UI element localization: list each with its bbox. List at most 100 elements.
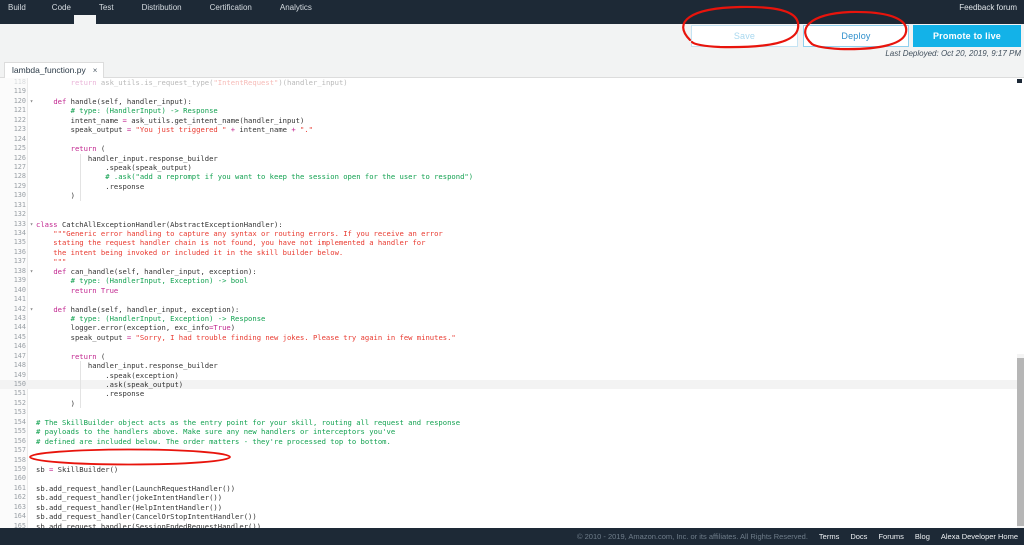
code-line[interactable]: 137 """ (0, 257, 1024, 266)
code-line[interactable]: 146 (0, 342, 1024, 351)
code-fold-toggle-icon[interactable]: ▾ (28, 305, 35, 314)
indent-guide (80, 371, 81, 380)
code-line[interactable]: 144 logger.error(exception, exc_info=Tru… (0, 323, 1024, 332)
code-line[interactable]: 145 speak_output = "Sorry, I had trouble… (0, 333, 1024, 342)
code-line[interactable]: 149 .speak(exception) (0, 371, 1024, 380)
code-line[interactable]: 147 return ( (0, 352, 1024, 361)
indent-guide (80, 380, 81, 389)
code-fold-toggle-icon[interactable]: ▾ (28, 267, 35, 276)
code-line[interactable]: 164sb.add_request_handler(CancelOrStopIn… (0, 512, 1024, 521)
nav-sub-band (0, 15, 1024, 24)
code-line[interactable]: 159sb = SkillBuilder() (0, 465, 1024, 474)
code-line[interactable]: 119 (0, 87, 1024, 96)
code-line[interactable]: 118 return ask_utils.is_request_type("In… (0, 78, 1024, 87)
code-line[interactable]: 142▾ def handle(self, handler_input, exc… (0, 305, 1024, 314)
line-number: 125 (0, 144, 26, 153)
indent-guide (80, 389, 81, 398)
line-number: 145 (0, 333, 26, 342)
code-content[interactable]: 118 return ask_utils.is_request_type("In… (0, 78, 1024, 528)
code-line[interactable]: 154# The SkillBuilder object acts as the… (0, 418, 1024, 427)
code-line[interactable]: 126 handler_input.response_builder (0, 154, 1024, 163)
code-line[interactable]: 152 ) (0, 399, 1024, 408)
code-line[interactable]: 162sb.add_request_handler(jokeIntentHand… (0, 493, 1024, 502)
code-line[interactable]: 124 (0, 135, 1024, 144)
code-line[interactable]: 139 # type: (HandlerInput, Exception) ->… (0, 276, 1024, 285)
code-fold-toggle-icon[interactable]: ▾ (28, 97, 35, 106)
code-line[interactable]: 123 speak_output = "You just triggered "… (0, 125, 1024, 134)
code-text: stating the request handler chain is not… (36, 238, 425, 247)
line-number: 133 (0, 220, 26, 229)
code-text: sb = SkillBuilder() (36, 465, 118, 474)
code-line[interactable]: 134 """Generic error handling to capture… (0, 229, 1024, 238)
code-text: return ( (36, 144, 105, 153)
deploy-button[interactable]: Deploy (803, 25, 909, 47)
code-line[interactable]: 133▾class CatchAllExceptionHandler(Abstr… (0, 220, 1024, 229)
save-button[interactable]: Save (691, 25, 798, 47)
promote-to-live-button[interactable]: Promote to live (913, 25, 1021, 47)
code-line[interactable]: 161sb.add_request_handler(LaunchRequestH… (0, 484, 1024, 493)
nav-item-analytics[interactable]: Analytics (280, 0, 312, 15)
code-text: .response (36, 389, 144, 398)
code-line[interactable]: 122 intent_name = ask_utils.get_intent_n… (0, 116, 1024, 125)
code-text: speak_output = "You just triggered " + i… (36, 125, 313, 134)
code-line[interactable]: 157 (0, 446, 1024, 455)
nav-item-build[interactable]: Build (8, 0, 26, 15)
code-text: def handle(self, handler_input, exceptio… (36, 305, 239, 314)
line-number: 132 (0, 210, 26, 219)
nav-item-certification[interactable]: Certification (210, 0, 252, 15)
code-line[interactable]: 129 .response (0, 182, 1024, 191)
code-line[interactable]: 135 stating the request handler chain is… (0, 238, 1024, 247)
code-line[interactable]: 132 (0, 210, 1024, 219)
top-navigation-bar: Build Code Test Distribution Certificati… (0, 0, 1024, 15)
code-line[interactable]: 151 .response (0, 389, 1024, 398)
code-line[interactable]: 155# payloads to the handlers above. Mak… (0, 427, 1024, 436)
code-text: sb.add_request_handler(CancelOrStopInten… (36, 512, 257, 521)
file-tab-lambda-function[interactable]: lambda_function.py × (4, 62, 104, 78)
code-line[interactable]: 130 ) (0, 191, 1024, 200)
code-line[interactable]: 160 (0, 474, 1024, 483)
nav-item-distribution[interactable]: Distribution (142, 0, 182, 15)
line-number: 134 (0, 229, 26, 238)
code-line[interactable]: 150 .ask(speak_output) (0, 380, 1024, 389)
code-line[interactable]: 148 handler_input.response_builder (0, 361, 1024, 370)
line-number: 118 (0, 78, 26, 87)
line-number: 150 (0, 380, 26, 389)
code-line[interactable]: 125 return ( (0, 144, 1024, 153)
code-text: class CatchAllExceptionHandler(AbstractE… (36, 220, 283, 229)
code-text: """Generic error handling to capture any… (36, 229, 443, 238)
code-line[interactable]: 128 # .ask("add a reprompt if you want t… (0, 172, 1024, 181)
code-line[interactable]: 138▾ def can_handle(self, handler_input,… (0, 267, 1024, 276)
code-line[interactable]: 121 # type: (HandlerInput) -> Response (0, 106, 1024, 115)
code-text: # The SkillBuilder object acts as the en… (36, 418, 460, 427)
code-line[interactable]: 158 (0, 456, 1024, 465)
code-text: sb.add_request_handler(HelpIntentHandler… (36, 503, 222, 512)
code-line[interactable]: 143 # type: (HandlerInput, Exception) ->… (0, 314, 1024, 323)
close-icon[interactable]: × (93, 63, 98, 78)
code-editor[interactable]: 118 return ask_utils.is_request_type("In… (0, 78, 1024, 528)
code-line[interactable]: 127 .speak(speak_output) (0, 163, 1024, 172)
code-line[interactable]: 136 the intent being invoked or included… (0, 248, 1024, 257)
code-text: def handle(self, handler_input): (36, 97, 192, 106)
footer-link-alexa-developer-home[interactable]: Alexa Developer Home (941, 532, 1018, 541)
footer-link-forums[interactable]: Forums (878, 532, 903, 541)
vertical-scrollbar-thumb[interactable] (1017, 358, 1024, 526)
footer-link-docs[interactable]: Docs (850, 532, 867, 541)
code-text: def can_handle(self, handler_input, exce… (36, 267, 257, 276)
code-line[interactable]: 153 (0, 408, 1024, 417)
code-line[interactable]: 156# defined are included below. The ord… (0, 437, 1024, 446)
footer-link-blog[interactable]: Blog (915, 532, 930, 541)
code-fold-toggle-icon[interactable]: ▾ (28, 220, 35, 229)
code-line[interactable]: 120▾ def handle(self, handler_input): (0, 97, 1024, 106)
code-text: .ask(speak_output) (36, 380, 183, 389)
feedback-forum-link[interactable]: Feedback forum (959, 3, 1017, 12)
line-number: 135 (0, 238, 26, 247)
nav-item-test[interactable]: Test (99, 0, 114, 15)
code-line[interactable]: 163sb.add_request_handler(HelpIntentHand… (0, 503, 1024, 512)
nav-item-code[interactable]: Code (52, 0, 71, 15)
line-number: 148 (0, 361, 26, 370)
code-line[interactable]: 140 return True (0, 286, 1024, 295)
code-line[interactable]: 131 (0, 201, 1024, 210)
footer-link-terms[interactable]: Terms (819, 532, 839, 541)
code-line[interactable]: 141 (0, 295, 1024, 304)
line-number: 161 (0, 484, 26, 493)
